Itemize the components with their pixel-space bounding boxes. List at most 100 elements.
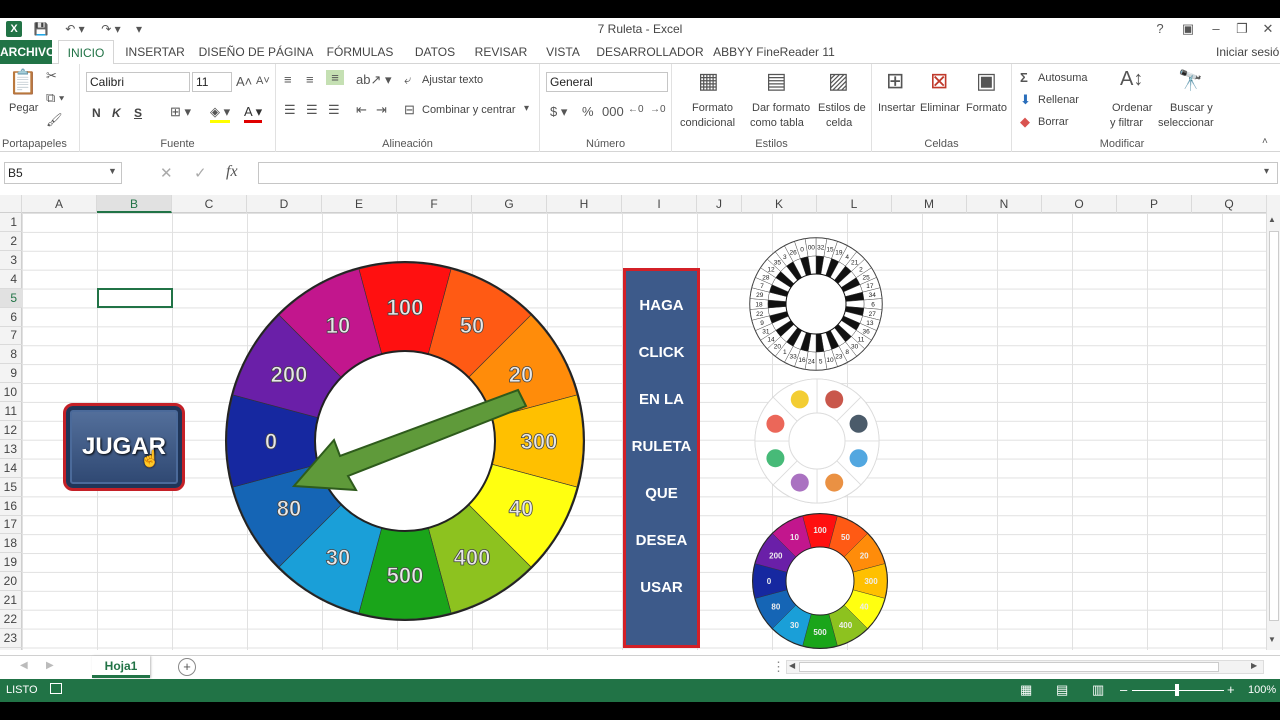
number-format-select[interactable]: General bbox=[546, 72, 668, 92]
column-header-M[interactable]: M bbox=[892, 195, 967, 213]
minimize-button[interactable]: – bbox=[1204, 19, 1228, 39]
zoom-slider-thumb[interactable] bbox=[1175, 684, 1179, 696]
row-header-16[interactable]: 16 bbox=[0, 497, 22, 516]
find-select-icon[interactable]: 🔭 bbox=[1178, 68, 1203, 93]
sheet-next-icon[interactable]: ▶ bbox=[46, 660, 54, 671]
font-color-icon[interactable]: A ▾ bbox=[244, 104, 263, 123]
merge-center-button[interactable]: Combinar y centrar bbox=[422, 104, 516, 116]
column-header-F[interactable]: F bbox=[397, 195, 472, 213]
worksheet-grid[interactable]: JUGAR 100 50 20 300 40 400 500 30 80 0 200 10 HAGA C… bbox=[22, 213, 1266, 650]
sort-filter-label-1[interactable]: Ordenar bbox=[1112, 102, 1152, 114]
formula-input[interactable] bbox=[258, 162, 1278, 184]
tab-inicio[interactable]: INICIO bbox=[58, 40, 114, 65]
insert-function-icon[interactable]: fx bbox=[226, 163, 238, 181]
hscroll-split-icon[interactable]: ⋮ bbox=[772, 659, 785, 675]
align-bottom-icon[interactable]: ≡ bbox=[326, 70, 344, 85]
tab-revisar[interactable]: REVISAR bbox=[470, 40, 532, 64]
wrap-text-icon[interactable]: ⤶ bbox=[404, 72, 411, 88]
column-header-P[interactable]: P bbox=[1117, 195, 1192, 213]
roulette-arrow[interactable] bbox=[290, 378, 530, 498]
scroll-right-icon[interactable]: ▶ bbox=[1251, 661, 1257, 670]
horizontal-scroll-thumb[interactable] bbox=[799, 662, 1219, 672]
sort-filter-label-2[interactable]: y filtrar bbox=[1110, 117, 1143, 129]
insert-cells-icon[interactable]: ⊞ bbox=[886, 68, 904, 94]
copy-icon[interactable]: ⧉ ▾ bbox=[46, 90, 64, 106]
help-button[interactable]: ? bbox=[1148, 19, 1172, 39]
column-header-Q[interactable]: Q bbox=[1192, 195, 1267, 213]
row-header-17[interactable]: 17 bbox=[0, 515, 22, 535]
tab-datos[interactable]: DATOS bbox=[408, 40, 462, 64]
row-header-13[interactable]: 13 bbox=[0, 440, 22, 459]
find-select-label-2[interactable]: seleccionar bbox=[1158, 117, 1214, 129]
cut-icon[interactable]: ✂ bbox=[46, 68, 57, 84]
column-header-C[interactable]: C bbox=[172, 195, 247, 213]
insert-cells-button[interactable]: Insertar bbox=[878, 102, 915, 114]
fill-color-icon[interactable]: ◈ ▾ bbox=[210, 104, 231, 123]
fill-button[interactable]: Rellenar bbox=[1038, 94, 1079, 106]
autosum-icon[interactable]: Σ bbox=[1020, 70, 1028, 85]
find-select-label-1[interactable]: Buscar y bbox=[1170, 102, 1213, 114]
align-top-icon[interactable]: ≡ bbox=[284, 72, 292, 87]
decrease-indent-icon[interactable]: ⇤ bbox=[356, 102, 367, 118]
thousands-icon[interactable]: 000 bbox=[602, 104, 624, 119]
column-header-K[interactable]: K bbox=[742, 195, 817, 213]
clear-icon[interactable]: ◆ bbox=[1020, 114, 1030, 130]
column-header-B[interactable]: B bbox=[97, 195, 172, 213]
merge-dropdown-icon[interactable]: ▾ bbox=[524, 103, 529, 114]
row-header-12[interactable]: 12 bbox=[0, 421, 22, 440]
vertical-scrollbar[interactable]: ▲ ▼ bbox=[1266, 195, 1280, 650]
collapse-ribbon-icon[interactable]: ˄ bbox=[1262, 136, 1268, 147]
restore-button[interactable]: ❐ bbox=[1230, 19, 1254, 39]
tab-archivo[interactable]: ARCHIVO bbox=[0, 40, 55, 64]
tab-vista[interactable]: VISTA bbox=[540, 40, 586, 64]
tab-diseno[interactable]: DISEÑO DE PÁGINA bbox=[198, 40, 314, 64]
column-header-E[interactable]: E bbox=[322, 195, 397, 213]
column-header-D[interactable]: D bbox=[247, 195, 322, 213]
scroll-up-icon[interactable]: ▲ bbox=[1268, 215, 1276, 224]
bold-button[interactable]: N bbox=[92, 106, 101, 120]
horizontal-scrollbar[interactable]: ◀ ▶ bbox=[786, 660, 1264, 674]
autosum-button[interactable]: Autosuma bbox=[1038, 72, 1088, 84]
row-header-7[interactable]: 7 bbox=[0, 326, 22, 346]
column-header-J[interactable]: J bbox=[697, 195, 742, 213]
row-header-10[interactable]: 10 bbox=[0, 383, 22, 403]
decrease-font-icon[interactable]: A˅ bbox=[256, 75, 270, 87]
column-header-H[interactable]: H bbox=[547, 195, 622, 213]
tab-abbyy[interactable]: ABBYY FineReader 11 bbox=[712, 40, 836, 64]
percent-icon[interactable]: % bbox=[582, 104, 594, 119]
format-cells-button[interactable]: Formato bbox=[966, 102, 1007, 114]
scroll-left-icon[interactable]: ◀ bbox=[789, 661, 795, 670]
tab-desarrollador[interactable]: DESARROLLADOR bbox=[596, 40, 704, 64]
increase-decimal-icon[interactable]: ←0 bbox=[628, 104, 644, 115]
ribbon-display-options-icon[interactable]: ▣ bbox=[1176, 19, 1200, 39]
format-cells-icon[interactable]: ▣ bbox=[976, 68, 997, 94]
column-header-A[interactable]: A bbox=[22, 195, 97, 213]
column-header-G[interactable]: G bbox=[472, 195, 547, 213]
column-header-L[interactable]: L bbox=[817, 195, 892, 213]
font-name-select[interactable]: Calibri bbox=[86, 72, 190, 92]
row-header-8[interactable]: 8 bbox=[0, 345, 22, 365]
sheet-prev-icon[interactable]: ◀ bbox=[20, 660, 28, 671]
name-box[interactable]: B5 bbox=[4, 162, 122, 184]
row-header-21[interactable]: 21 bbox=[0, 591, 22, 610]
row-header-1[interactable]: 1 bbox=[0, 213, 22, 232]
merge-center-icon[interactable]: ⊟ bbox=[404, 102, 415, 118]
cancel-formula-icon[interactable]: ✕ bbox=[160, 164, 173, 182]
row-header-20[interactable]: 20 bbox=[0, 572, 22, 592]
align-center-icon[interactable]: ☰ bbox=[306, 102, 318, 118]
conditional-format-icon[interactable]: ▦ bbox=[698, 68, 719, 94]
thumb-roulette-colors[interactable]: 100 50 20 300 40 400 500 30 80 0 200 10 bbox=[750, 511, 890, 650]
decrease-decimal-icon[interactable]: →0 bbox=[650, 104, 666, 115]
row-header-9[interactable]: 9 bbox=[0, 364, 22, 384]
thumb-roulette-numbers[interactable]: 32 15 194212251734627133611308231052416331… bbox=[748, 236, 884, 372]
format-as-table-icon[interactable]: ▤ bbox=[766, 68, 787, 94]
row-header-15[interactable]: 15 bbox=[0, 478, 22, 497]
enter-formula-icon[interactable]: ✓ bbox=[194, 164, 207, 182]
thumb-roulette-characters[interactable] bbox=[752, 376, 882, 506]
paste-icon[interactable]: 📋 bbox=[8, 68, 38, 100]
cell-styles-icon[interactable]: ▨ bbox=[828, 68, 849, 94]
select-all-corner[interactable] bbox=[0, 195, 22, 213]
align-left-icon[interactable]: ☰ bbox=[284, 102, 296, 118]
wrap-text-button[interactable]: Ajustar texto bbox=[422, 74, 483, 86]
font-size-select[interactable]: 11 bbox=[192, 72, 232, 92]
